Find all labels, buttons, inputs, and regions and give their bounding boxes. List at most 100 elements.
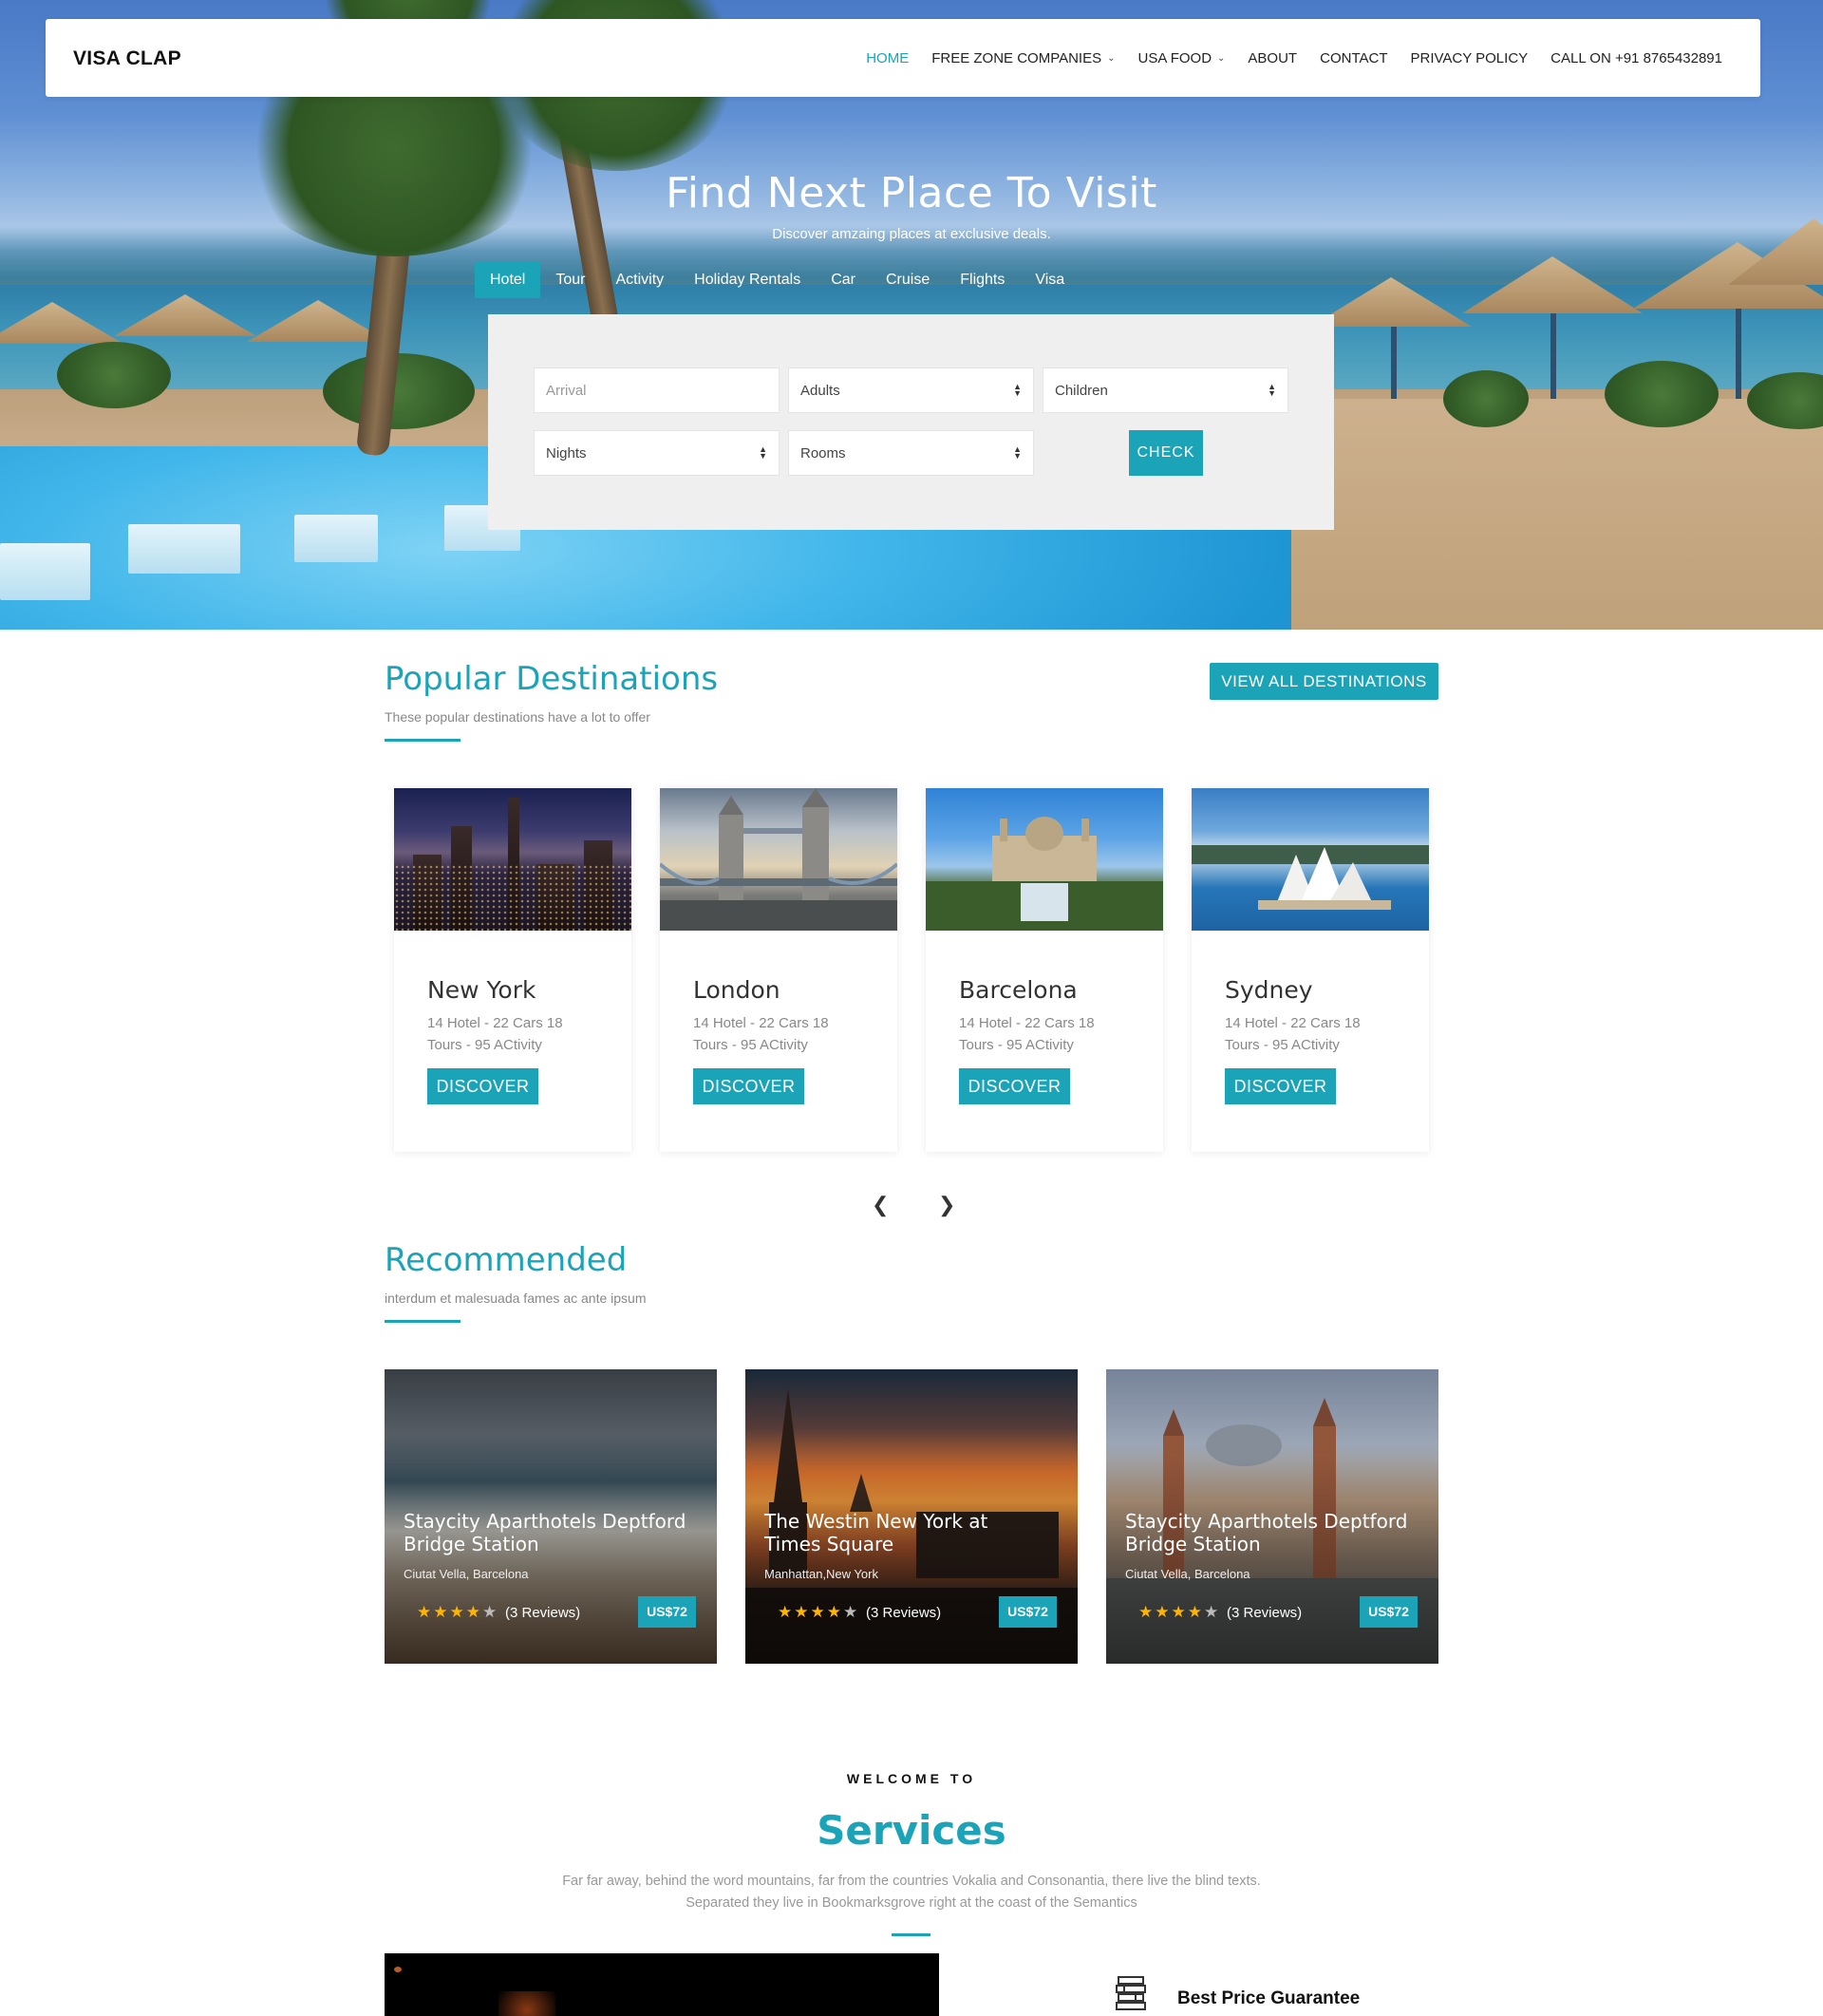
rooms-select[interactable]: Rooms ▲ ▼ — [788, 430, 1034, 476]
tower-bridge-illustration — [660, 788, 897, 931]
arrival-input[interactable]: Arrival — [534, 367, 780, 413]
pool-step — [0, 543, 90, 600]
nav-usa-food[interactable]: USA FOOD ⌄ — [1138, 50, 1226, 66]
palace-illustration — [926, 817, 1163, 931]
discover-button[interactable]: DISCOVER — [693, 1068, 804, 1104]
tab-cruise[interactable]: Cruise — [871, 262, 945, 298]
hero-title: Find Next Place To Visit — [666, 169, 1157, 217]
destination-meta: 14 Hotel - 22 Cars 18 Tours - 95 ACtivit… — [693, 1012, 829, 1056]
select-arrows-icon: ▲ ▼ — [759, 444, 767, 461]
destination-meta: 14 Hotel - 22 Cars 18 Tours - 95 ACtivit… — [1225, 1012, 1361, 1056]
nav-call[interactable]: CALL ON +91 8765432891 — [1550, 50, 1722, 66]
price-badge: US$72 — [1360, 1596, 1418, 1628]
video-glow — [498, 1991, 555, 2016]
chevron-down-icon: ⌄ — [1217, 52, 1226, 64]
brand-logo[interactable]: VISA CLAP — [73, 47, 181, 70]
pool-step — [128, 524, 240, 574]
discover-button[interactable]: DISCOVER — [959, 1068, 1070, 1104]
hotel-location: Ciutat Vella, Barcelona — [1125, 1567, 1250, 1581]
nav-call-label: CALL ON +91 8765432891 — [1550, 49, 1722, 66]
services-video[interactable] — [385, 1953, 939, 2016]
adults-label: Adults — [800, 382, 840, 399]
destination-image-new-york — [394, 788, 631, 931]
nav-contact-label: CONTACT — [1320, 49, 1388, 66]
children-select[interactable]: Children ▲ ▼ — [1043, 367, 1288, 413]
view-all-destinations-button[interactable]: VIEW ALL DESTINATIONS — [1210, 663, 1438, 700]
recommended-card[interactable]: Staycity Aparthotels Deptford Bridge Sta… — [1106, 1369, 1438, 1664]
nav-links: HOME FREE ZONE COMPANIES ⌄ USA FOOD ⌄ ABOU… — [866, 19, 1722, 97]
nav-free-zone-companies[interactable]: FREE ZONE COMPANIES ⌄ — [931, 50, 1115, 66]
bush-decor — [1605, 361, 1719, 427]
destination-card: Sydney 14 Hotel - 22 Cars 18 Tours - 95 … — [1192, 788, 1429, 1152]
nav-home[interactable]: HOME — [866, 50, 909, 66]
chevron-down-icon: ⌄ — [1107, 52, 1116, 64]
destination-name: New York — [427, 976, 536, 1004]
destination-card: Barcelona 14 Hotel - 22 Cars 18 Tours - … — [926, 788, 1163, 1152]
check-button[interactable]: CHECK — [1129, 430, 1203, 476]
nights-select[interactable]: Nights ▲ ▼ — [534, 430, 780, 476]
discover-button[interactable]: DISCOVER — [1225, 1068, 1336, 1104]
bush-decor — [57, 342, 171, 408]
popular-subtitle: These popular destinations have a lot to… — [385, 709, 650, 725]
tab-hotel[interactable]: Hotel — [475, 262, 541, 298]
tab-visa[interactable]: Visa — [1020, 262, 1080, 298]
star-rating-icon: ★★★★★ — [417, 1603, 499, 1621]
nav-home-label: HOME — [866, 49, 910, 66]
bush-decor — [1443, 370, 1529, 427]
chevron-right-icon[interactable]: ❯ — [938, 1193, 955, 1217]
destination-image-barcelona — [926, 788, 1163, 931]
hotel-location: Manhattan,New York — [764, 1567, 878, 1581]
services-title: Services — [817, 1807, 1006, 1854]
recommended-subtitle: interdum et malesuada fames ac ante ipsu… — [385, 1291, 647, 1306]
tab-holiday-rentals[interactable]: Holiday Rentals — [679, 262, 816, 298]
bush-decor — [323, 353, 475, 429]
children-label: Children — [1055, 382, 1108, 399]
nav-about[interactable]: ABOUT — [1248, 50, 1297, 66]
destination-meta-line2: Tours - 95 ACtivity — [427, 1037, 542, 1053]
hotel-title: The Westin New York at Times Square — [764, 1510, 988, 1555]
recommended-card[interactable]: Staycity Aparthotels Deptford Bridge Sta… — [385, 1369, 717, 1664]
nav-contact[interactable]: CONTACT — [1320, 50, 1387, 66]
adults-select[interactable]: Adults ▲ ▼ — [788, 367, 1034, 413]
destination-name: Barcelona — [959, 976, 1078, 1004]
hotel-title: Staycity Aparthotels Deptford Bridge Sta… — [1125, 1510, 1408, 1555]
hotel-location: Ciutat Vella, Barcelona — [404, 1567, 529, 1581]
chevron-left-icon[interactable]: ❮ — [872, 1193, 889, 1217]
select-arrows-icon: ▲ ▼ — [1013, 444, 1022, 461]
nav-usa-food-label: USA FOOD — [1137, 49, 1212, 66]
city-lights — [394, 864, 631, 931]
tab-tour[interactable]: Tour — [540, 262, 600, 298]
tab-car[interactable]: Car — [816, 262, 871, 298]
opera-house-illustration — [1192, 845, 1429, 910]
price-badge: US$72 — [638, 1596, 696, 1628]
destination-meta: 14 Hotel - 22 Cars 18 Tours - 95 ACtivit… — [959, 1012, 1095, 1056]
recommended-card[interactable]: The Westin New York at Times Square Manh… — [745, 1369, 1078, 1664]
destination-meta-line2: Tours - 95 ACtivity — [1225, 1037, 1340, 1053]
destination-meta-line1: 14 Hotel - 22 Cars 18 — [427, 1015, 563, 1031]
destination-meta-line2: Tours - 95 ACtivity — [959, 1037, 1074, 1053]
services-description: Far far away, behind the word mountains,… — [562, 1874, 1261, 1911]
arrival-placeholder: Arrival — [546, 382, 587, 399]
tab-flights[interactable]: Flights — [945, 262, 1020, 298]
tab-activity[interactable]: Activity — [600, 262, 679, 298]
nav-free-zone-label: FREE ZONE COMPANIES — [931, 49, 1102, 66]
destination-meta-line1: 14 Hotel - 22 Cars 18 — [959, 1015, 1095, 1031]
destination-name: London — [693, 976, 780, 1004]
nav-privacy-policy[interactable]: PRIVACY POLICY — [1411, 50, 1529, 66]
feature-title: Best Price Guarantee — [1177, 1988, 1361, 2008]
destination-image-london — [660, 788, 897, 931]
destination-image-sydney — [1192, 788, 1429, 931]
discover-button[interactable]: DISCOVER — [427, 1068, 538, 1104]
price-tag-icon — [1116, 1976, 1146, 2010]
star-rating-icon: ★★★★★ — [778, 1603, 860, 1621]
recommended-title: Recommended — [385, 1241, 628, 1279]
review-count: (3 Reviews) — [866, 1605, 942, 1621]
hero-banner: VISA CLAP HOME FREE ZONE COMPANIES ⌄ USA … — [0, 0, 1823, 630]
hero-subtitle: Discover amzaing places at exclusive dea… — [772, 226, 1051, 242]
review-count: (3 Reviews) — [505, 1605, 581, 1621]
video-glow — [394, 1967, 402, 1972]
destination-meta: 14 Hotel - 22 Cars 18 Tours - 95 ACtivit… — [427, 1012, 563, 1056]
popular-underline — [385, 739, 460, 742]
star-rating-icon: ★★★★★ — [1138, 1603, 1221, 1621]
hero-deck — [1263, 399, 1823, 630]
